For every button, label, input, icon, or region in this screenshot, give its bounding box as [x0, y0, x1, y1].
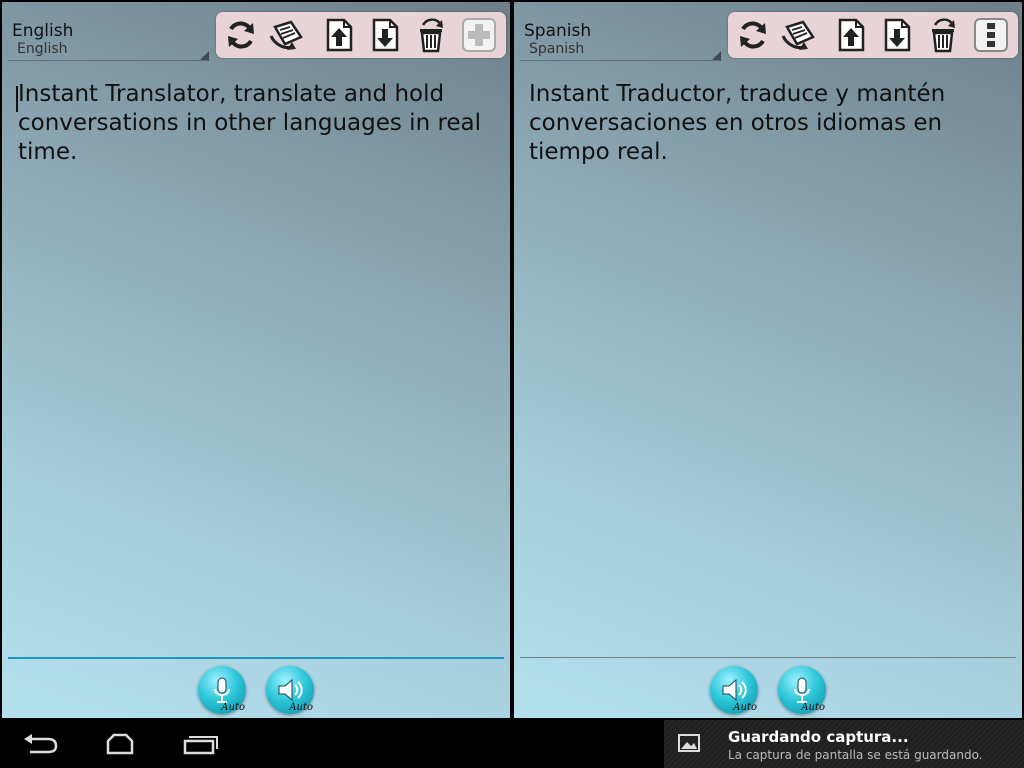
source-panel: English English Instant Translator, tran… [2, 2, 510, 718]
language-selector-underline [8, 60, 210, 61]
speaker-auto-label: Auto [733, 702, 757, 713]
target-text-underline [520, 657, 1016, 658]
translate-icon [269, 20, 303, 50]
upload-icon [838, 18, 865, 52]
target-text-output[interactable]: Instant Traductor, traduce y mantén conv… [529, 80, 1005, 167]
back-icon [24, 734, 58, 754]
notification-text: La captura de pantalla se está guardando… [728, 748, 983, 762]
target-toolbar [728, 12, 1018, 58]
language-selector-underline [520, 60, 722, 61]
download-icon [884, 18, 911, 52]
translate-icon [781, 20, 815, 50]
mic-auto-label: Auto [801, 702, 825, 713]
target-language-subtitle: Spanish [529, 41, 585, 57]
download-icon [372, 18, 399, 52]
clear-button[interactable] [412, 16, 450, 54]
more-vertical-icon [974, 18, 1008, 52]
add-icon [462, 18, 496, 52]
clear-button[interactable] [924, 16, 962, 54]
target-language-title: Spanish [524, 21, 592, 41]
refresh-button[interactable] [222, 16, 260, 54]
screenshot-notification[interactable]: Guardando captura... La captura de panta… [664, 720, 1024, 768]
mic-auto-label: Auto [221, 702, 245, 713]
source-text-input[interactable]: Instant Translator, translate and hold c… [18, 80, 494, 167]
target-speaker-button[interactable]: Auto [710, 666, 758, 714]
source-language-subtitle: English [17, 41, 68, 57]
source-language-title: English [12, 21, 74, 41]
image-icon [678, 734, 700, 752]
more-options-button[interactable] [972, 16, 1010, 54]
download-button[interactable] [366, 16, 404, 54]
back-button[interactable] [10, 728, 70, 760]
refresh-icon [228, 21, 254, 49]
target-panel: Spanish Spanish Instant Traductor, tradu… [514, 2, 1022, 718]
upload-button[interactable] [320, 16, 358, 54]
refresh-button[interactable] [734, 16, 772, 54]
translate-button[interactable] [268, 16, 306, 54]
notification-title: Guardando captura... [728, 728, 909, 746]
add-button[interactable] [460, 16, 498, 54]
microphone-icon [794, 677, 810, 703]
home-button[interactable] [90, 728, 150, 760]
source-mic-button[interactable]: Auto [198, 666, 246, 714]
source-language-selector[interactable]: English English [2, 2, 212, 62]
speaker-icon [278, 678, 303, 702]
source-text-underline [8, 657, 504, 659]
recycle-bin-icon [420, 18, 443, 53]
speaker-auto-label: Auto [289, 702, 313, 713]
recycle-bin-icon [932, 18, 955, 53]
target-language-selector[interactable]: Spanish Spanish [514, 2, 724, 62]
upload-button[interactable] [832, 16, 870, 54]
recent-apps-icon [183, 736, 218, 755]
target-mic-button[interactable]: Auto [778, 666, 826, 714]
source-speaker-button[interactable]: Auto [266, 666, 314, 714]
speaker-icon [722, 678, 747, 702]
download-button[interactable] [878, 16, 916, 54]
dropdown-corner-icon [200, 51, 209, 60]
microphone-icon [214, 677, 230, 703]
source-toolbar [216, 12, 506, 58]
home-icon [106, 733, 134, 755]
upload-icon [326, 18, 353, 52]
refresh-icon [740, 21, 766, 49]
dropdown-corner-icon [712, 51, 721, 60]
translate-button[interactable] [780, 16, 818, 54]
recent-apps-button[interactable] [170, 728, 230, 760]
